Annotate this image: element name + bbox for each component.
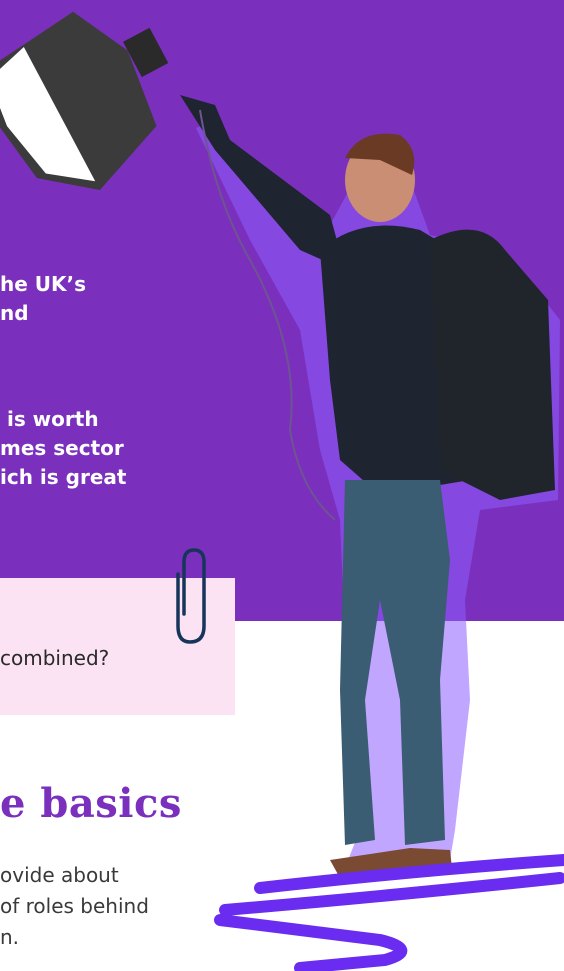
section-title: e basics [0,780,182,827]
body-line: n. [0,925,20,949]
softbox [0,11,169,191]
body-line: ovide about [0,863,119,887]
section-body: ovide about of roles behind n. [0,860,149,953]
paperclip-icon [176,548,206,644]
body-line: of roles behind [0,894,149,918]
